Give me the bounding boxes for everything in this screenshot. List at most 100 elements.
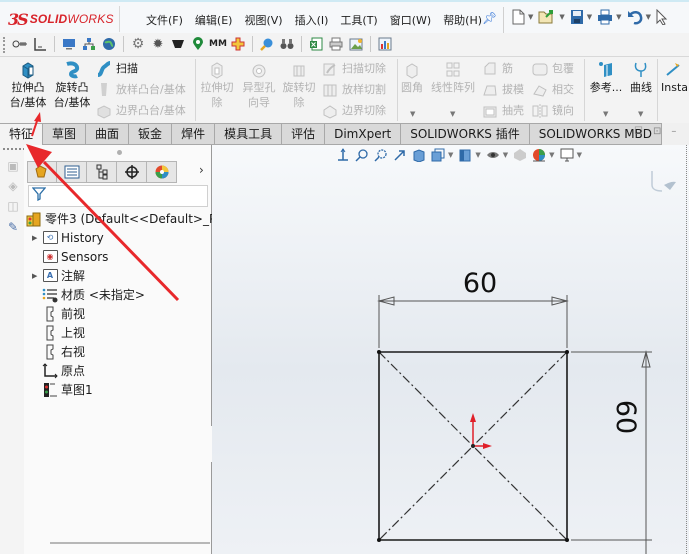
menu-insert[interactable]: 插入(I) <box>289 10 335 30</box>
comb-icon[interactable]: MM <box>209 36 227 52</box>
reference-dropdown[interactable]: ▼ <box>603 110 608 118</box>
menu-file[interactable]: 文件(F) <box>140 10 189 30</box>
tab-solidworks-addins[interactable]: SOLIDWORKS 插件 <box>401 123 530 145</box>
tree-root-part[interactable]: 零件3 (Default<<Default>_Ph <box>26 209 224 228</box>
panel-resize-knob[interactable] <box>117 150 122 155</box>
vertical-dimension[interactable]: 60 <box>571 350 652 554</box>
tab-sheet-metal[interactable]: 钣金 <box>129 123 173 145</box>
boundary-boss-button[interactable]: 边界凸台/基体 <box>96 103 186 119</box>
lofted-cut-button[interactable]: 放样切割 <box>322 82 386 98</box>
chevron-down-icon[interactable]: ▼ <box>646 13 651 21</box>
mirror-button[interactable]: 镜向 <box>532 103 574 119</box>
3d-sketch-icon[interactable]: ◈ <box>4 179 22 197</box>
configuration-manager-tab[interactable] <box>87 161 117 183</box>
print-button[interactable]: ▼ <box>597 9 622 25</box>
loft-boss-button[interactable]: 放样凸台/基体 <box>96 82 186 98</box>
gear-icon[interactable]: ✹ <box>150 36 166 52</box>
display-icon[interactable] <box>61 36 77 52</box>
tab-weldments[interactable]: 焊件 <box>172 123 216 145</box>
tree-item-sketch1[interactable]: 草图1 <box>42 380 93 399</box>
save-button[interactable]: ▼ <box>570 9 592 25</box>
sweep-button[interactable]: 扫描 <box>96 61 138 77</box>
tree-item-right-plane[interactable]: 右视 <box>42 342 85 361</box>
origin-marker[interactable] <box>470 413 492 449</box>
fillet-button[interactable]: 圆角 <box>399 61 425 95</box>
sketch-corner-icon[interactable] <box>32 36 48 52</box>
open-button[interactable]: ▼ <box>538 9 565 25</box>
menu-tools[interactable]: 工具(T) <box>334 10 383 30</box>
chevron-down-icon[interactable]: ▼ <box>559 13 564 21</box>
feature-manager-tab[interactable] <box>27 161 57 183</box>
tree-item-sensors[interactable]: ◉ Sensors <box>42 247 108 266</box>
assembly-icon[interactable] <box>81 36 97 52</box>
cross-plus-icon[interactable] <box>230 36 246 52</box>
globe-icon[interactable] <box>101 36 117 52</box>
tab-evaluate[interactable]: 评估 <box>282 123 326 145</box>
sketch-point[interactable] <box>565 538 569 542</box>
tree-item-material[interactable]: 材质 <未指定> <box>42 285 145 304</box>
tree-item-top-plane[interactable]: 上视 <box>42 323 85 342</box>
measure-icon[interactable] <box>12 36 28 52</box>
tab-dimxpert[interactable]: DimXpert <box>325 123 402 145</box>
new-document-button[interactable]: ▼ <box>512 9 533 25</box>
sketch-point[interactable] <box>377 350 381 354</box>
revolve-boss-button[interactable]: 旋转凸 台/基体 <box>52 61 92 110</box>
expand-arrow-icon[interactable]: ▶ <box>32 234 42 242</box>
curves-button[interactable]: 曲线 <box>626 61 656 95</box>
restore-window-icon[interactable]: ☐ <box>634 126 643 137</box>
zoom-search-icon[interactable] <box>259 36 275 52</box>
rib-button[interactable]: 筋 <box>482 61 513 77</box>
toolbar-grip[interactable] <box>3 37 5 53</box>
linear-pattern-button[interactable]: 线性阵列 <box>429 61 477 95</box>
linear-pattern-dropdown[interactable]: ▼ <box>450 110 455 118</box>
vertical-dimension-value[interactable]: 60 <box>610 400 641 434</box>
horizontal-dimension[interactable]: 60 <box>377 268 569 348</box>
settings-gear-icon[interactable]: ⚙ <box>130 36 146 52</box>
tab-sketch[interactable]: 草图 <box>43 123 87 145</box>
chevron-right-icon[interactable]: › <box>199 163 204 177</box>
image-icon[interactable] <box>348 36 364 52</box>
bowl-icon[interactable] <box>170 36 186 52</box>
display-manager-tab[interactable] <box>147 161 177 183</box>
menu-edit[interactable]: 编辑(E) <box>189 10 239 30</box>
tab-mold-tools[interactable]: 模具工具 <box>215 123 283 145</box>
revolve-cut-button[interactable]: 旋转切 除 <box>280 61 318 110</box>
menu-view[interactable]: 视图(V) <box>238 10 288 30</box>
reference-geometry-button[interactable]: 参考... <box>588 61 624 95</box>
tree-item-history[interactable]: ▶ ⟲ History <box>32 228 104 247</box>
swept-cut-button[interactable]: 扫描切除 <box>322 61 386 77</box>
horizontal-dimension-value[interactable]: 60 <box>463 268 497 299</box>
tab-surfaces[interactable]: 曲面 <box>86 123 130 145</box>
sketch-point[interactable] <box>377 538 381 542</box>
chart-icon[interactable] <box>377 36 393 52</box>
undo-button[interactable]: ▼ <box>627 9 651 25</box>
3d-view-icon[interactable]: ▣ <box>4 159 22 177</box>
hole-wizard-button[interactable]: 异型孔 向导 <box>240 61 278 110</box>
menu-window[interactable]: 窗口(W) <box>384 10 437 30</box>
boundary-cut-button[interactable]: 边界切除 <box>322 103 386 119</box>
chevron-down-icon[interactable]: ▼ <box>616 13 621 21</box>
tab-features[interactable]: 特征 <box>0 123 44 145</box>
tree-item-origin[interactable]: 原点 <box>42 361 85 380</box>
pin-icon[interactable]: 📌︎ <box>482 11 497 25</box>
property-manager-tab[interactable] <box>57 161 87 183</box>
wrap-button[interactable]: 包覆 <box>532 61 574 77</box>
instant3d-button[interactable]: Insta <box>661 61 689 95</box>
filter-box[interactable] <box>28 185 208 207</box>
select-button[interactable] <box>656 9 668 25</box>
graphics-area[interactable]: ▼ ▼ ▼ ▼ ▼ 60 60 <box>212 145 689 554</box>
chevron-down-icon[interactable]: ▼ <box>587 13 592 21</box>
expand-arrow-icon[interactable]: ▶ <box>32 272 42 280</box>
appearance-icon[interactable]: ✎ <box>4 220 22 238</box>
3d-move-icon[interactable]: ◫ <box>4 199 22 217</box>
tree-item-front-plane[interactable]: 前视 <box>42 304 85 323</box>
minimize-icon[interactable]: – <box>671 126 676 137</box>
location-pin-icon[interactable] <box>190 36 206 52</box>
binoculars-icon[interactable] <box>279 36 295 52</box>
dimxpert-manager-tab[interactable] <box>117 161 147 183</box>
excel-icon[interactable] <box>308 36 324 52</box>
extrude-boss-button[interactable]: 拉伸凸 台/基体 <box>8 61 48 110</box>
draft-button[interactable]: 拔模 <box>482 82 524 98</box>
printer-icon[interactable] <box>328 36 344 52</box>
tree-item-annotations[interactable]: ▶ A 注解 <box>32 266 85 285</box>
